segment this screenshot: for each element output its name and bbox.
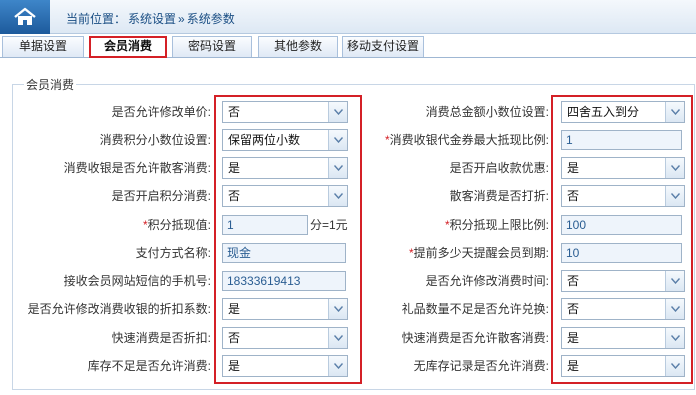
breadcrumb-separator: » (178, 12, 185, 26)
right-label-7: 礼品数量不足是否允许兑换: (289, 302, 549, 316)
left-label-text-0: 是否允许修改单价: (111, 105, 211, 119)
left-label-9: 库存不足是否允许消费: (0, 359, 211, 373)
left-label-text-8: 快速消费是否折扣: (111, 331, 211, 345)
select-value: 是 (567, 161, 580, 175)
left-label-5: 支付方式名称: (0, 246, 211, 260)
select-value: 否 (567, 189, 580, 203)
select-value: 是 (228, 161, 241, 175)
left-label-text-4: 积分抵现值: (147, 218, 211, 232)
right-label-text-4: 积分抵现上限比例: (449, 218, 549, 232)
left-label-1: 消费积分小数位设置: (0, 133, 211, 147)
dropdown-arrow[interactable] (665, 271, 684, 291)
chevron-down-icon (671, 193, 680, 199)
tab-password-settings[interactable]: 密码设置 (172, 36, 252, 57)
left-label-3: 是否开启积分消费: (0, 189, 211, 203)
left-label-7: 是否允许修改消费收银的折扣系数: (0, 302, 211, 316)
left-label-0: 是否允许修改单价: (0, 105, 211, 119)
right-text-input-4[interactable]: 100 (561, 215, 682, 235)
left-label-4: *积分抵现值: (0, 218, 211, 232)
dropdown-arrow[interactable] (665, 356, 684, 376)
right-label-1: *消费收银代金券最大抵现比例: (289, 133, 549, 147)
tab-document-settings[interactable]: 单据设置 (2, 36, 84, 57)
tab-bar: 单据设置 会员消费 密码设置 其他参数 移动支付设置 (0, 35, 696, 58)
right-label-text-3: 散客消费是否打折: (449, 189, 549, 203)
right-label-5: *提前多少天提醒会员到期: (289, 246, 549, 260)
tab-member-consumption[interactable]: 会员消费 (90, 36, 166, 57)
right-label-text-8: 快速消费是否允许散客消费: (401, 331, 549, 345)
chevron-down-icon (671, 109, 680, 115)
select-value: 否 (567, 274, 580, 288)
chevron-down-icon (671, 335, 680, 341)
right-label-text-6: 是否允许修改消费时间: (425, 274, 549, 288)
right-label-4: *积分抵现上限比例: (289, 218, 549, 232)
select-value: 四舍五入到分 (567, 105, 640, 119)
dropdown-arrow[interactable] (665, 328, 684, 348)
top-bar: 当前位置： 系统设置» 系统参数 (0, 0, 696, 34)
select-value: 是 (228, 359, 241, 373)
dropdown-arrow[interactable] (665, 186, 684, 206)
breadcrumb-item-system-params: 系统参数 (186, 12, 235, 26)
right-label-0: 消费总金额小数位设置: (289, 105, 549, 119)
right-select-7[interactable]: 否 (561, 298, 685, 320)
left-label-text-3: 是否开启积分消费: (111, 189, 211, 203)
right-label-6: 是否允许修改消费时间: (289, 274, 549, 288)
select-value: 否 (228, 331, 241, 345)
breadcrumb-item-system-settings[interactable]: 系统设置 (128, 12, 176, 26)
dropdown-arrow[interactable] (665, 158, 684, 178)
right-select-2[interactable]: 是 (561, 157, 685, 179)
left-label-2: 消费收银是否允许散客消费: (0, 161, 211, 175)
left-label-text-9: 库存不足是否允许消费: (87, 359, 211, 373)
right-select-9[interactable]: 是 (561, 355, 685, 377)
home-button[interactable] (0, 0, 50, 34)
section-title: 会员消费 (24, 76, 77, 93)
right-select-3[interactable]: 否 (561, 185, 685, 207)
chevron-down-icon (671, 278, 680, 284)
select-value: 否 (228, 189, 241, 203)
chevron-down-icon (671, 306, 680, 312)
right-text-input-5[interactable]: 10 (561, 243, 682, 263)
breadcrumb: 当前位置： 系统设置» 系统参数 (66, 10, 237, 27)
left-label-text-6: 接收会员网站短信的手机号: (63, 274, 211, 288)
left-label-text-2: 消费收银是否允许散客消费: (63, 161, 211, 175)
select-value: 是 (228, 302, 241, 316)
tab-mobile-payment[interactable]: 移动支付设置 (342, 36, 424, 57)
right-label-2: 是否开启收款优惠: (289, 161, 549, 175)
right-label-3: 散客消费是否打折: (289, 189, 549, 203)
right-label-text-5: 提前多少天提醒会员到期: (413, 246, 549, 260)
right-select-6[interactable]: 否 (561, 270, 685, 292)
right-select-0[interactable]: 四舍五入到分 (561, 101, 685, 123)
select-value: 是 (567, 331, 580, 345)
select-value: 是 (567, 359, 580, 373)
right-label-9: 无库存记录是否允许消费: (289, 359, 549, 373)
left-label-8: 快速消费是否折扣: (0, 331, 211, 345)
chevron-down-icon (671, 363, 680, 369)
right-label-8: 快速消费是否允许散客消费: (289, 331, 549, 345)
tab-other-params[interactable]: 其他参数 (258, 36, 338, 57)
select-value: 否 (228, 105, 241, 119)
breadcrumb-prefix: 当前位置： (66, 12, 127, 26)
right-label-text-0: 消费总金额小数位设置: (425, 105, 549, 119)
right-label-text-9: 无库存记录是否允许消费: (413, 359, 549, 373)
left-label-6: 接收会员网站短信的手机号: (0, 274, 211, 288)
right-label-text-2: 是否开启收款优惠: (449, 161, 549, 175)
right-label-text-1: 消费收银代金券最大抵现比例: (389, 133, 549, 147)
left-label-text-7: 是否允许修改消费收银的折扣系数: (27, 302, 211, 316)
right-text-input-1[interactable]: 1 (561, 130, 682, 150)
dropdown-arrow[interactable] (665, 102, 684, 122)
home-icon (14, 7, 36, 25)
right-label-text-7: 礼品数量不足是否允许兑换: (401, 302, 549, 316)
chevron-down-icon (671, 165, 680, 171)
left-label-text-1: 消费积分小数位设置: (99, 133, 211, 147)
left-label-text-5: 支付方式名称: (135, 246, 211, 260)
dropdown-arrow[interactable] (665, 299, 684, 319)
select-value: 否 (567, 302, 580, 316)
right-select-8[interactable]: 是 (561, 327, 685, 349)
